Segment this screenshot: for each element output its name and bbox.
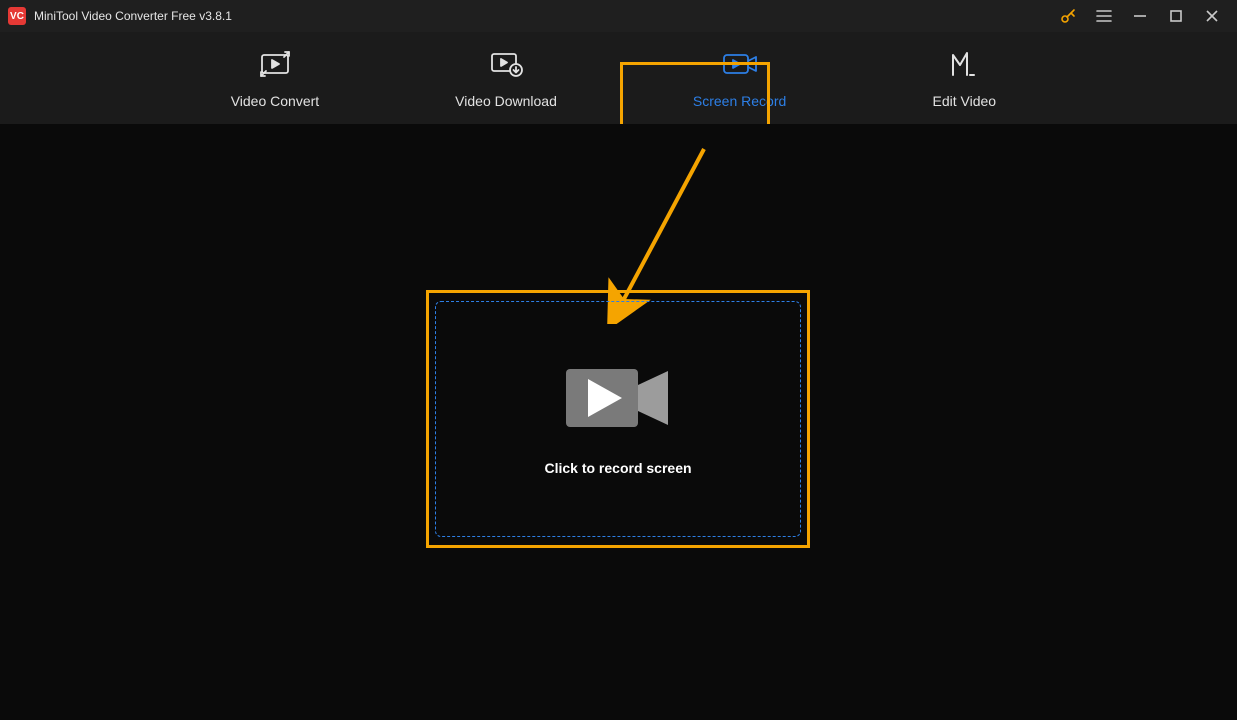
key-icon[interactable] [1059,7,1077,25]
main-area: Click to record screen [0,124,1237,720]
nav-label: Edit Video [932,93,996,109]
window-controls [1059,7,1229,25]
maximize-button[interactable] [1167,7,1185,25]
camera-play-icon [566,363,670,438]
nav-label: Video Convert [231,93,319,109]
tab-video-convert[interactable]: Video Convert [213,37,337,119]
titlebar: VC MiniTool Video Converter Free v3.8.1 [0,0,1237,32]
app-title: MiniTool Video Converter Free v3.8.1 [34,9,1059,23]
edit-icon [949,47,979,81]
annotation-highlight-panel: Click to record screen [426,290,810,548]
record-dropzone[interactable]: Click to record screen [435,301,801,537]
minimize-button[interactable] [1131,7,1149,25]
record-label: Click to record screen [544,460,691,476]
download-icon [489,47,523,81]
nav-bar: Video Convert Video Download Screen Reco… [0,32,1237,124]
nav-label: Screen Record [693,93,786,109]
menu-icon[interactable] [1095,7,1113,25]
tab-edit-video[interactable]: Edit Video [904,37,1024,119]
app-logo: VC [8,7,26,25]
nav-label: Video Download [455,93,557,109]
tab-screen-record[interactable]: Screen Record [675,37,804,119]
close-button[interactable] [1203,7,1221,25]
tab-video-download[interactable]: Video Download [437,37,575,119]
record-icon [721,47,759,81]
convert-icon [258,47,292,81]
